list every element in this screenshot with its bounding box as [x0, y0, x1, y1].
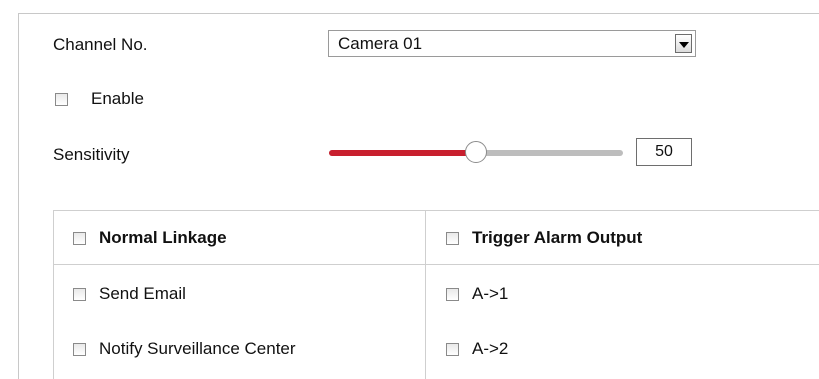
list-item: A->2 [446, 339, 508, 359]
notify-surveillance-center-checkbox[interactable] [73, 342, 86, 356]
normal-linkage-header: Normal Linkage [73, 228, 227, 248]
panel-top-border [18, 13, 819, 14]
enable-checkbox[interactable] [55, 93, 68, 106]
header-divider [54, 264, 819, 265]
alarm-output-header: Trigger Alarm Output [446, 228, 642, 248]
sensitivity-label: Sensitivity [53, 145, 130, 164]
list-item: A->1 [446, 284, 508, 304]
notify-surveillance-center-label: Notify Surveillance Center [99, 339, 296, 358]
normal-linkage-checkbox[interactable] [73, 231, 86, 245]
trigger-alarm-output-checkbox[interactable] [446, 231, 459, 245]
sensitivity-slider[interactable] [329, 141, 623, 164]
list-item: Notify Surveillance Center [73, 339, 296, 359]
panel-left-border [18, 13, 19, 379]
alarm-output-2-checkbox[interactable] [446, 342, 459, 356]
channel-select-value: Camera 01 [338, 34, 423, 53]
channel-select[interactable]: Camera 01 [328, 30, 696, 57]
send-email-label: Send Email [99, 284, 186, 303]
send-email-checkbox[interactable] [73, 287, 86, 301]
slider-fill [329, 150, 476, 156]
linkage-table: Normal Linkage Trigger Alarm Output Send… [53, 210, 819, 379]
sensitivity-value-field[interactable]: 50 [636, 138, 692, 166]
normal-linkage-title: Normal Linkage [99, 228, 227, 247]
column-divider [425, 211, 426, 379]
alarm-output-1-label: A->1 [472, 284, 509, 303]
alarm-output-title: Trigger Alarm Output [472, 228, 643, 247]
chevron-down-icon[interactable] [675, 34, 692, 53]
enable-label: Enable [91, 89, 144, 108]
slider-thumb[interactable] [465, 141, 487, 163]
alarm-output-2-label: A->2 [472, 339, 509, 358]
list-item: Send Email [73, 284, 186, 304]
channel-label: Channel No. [53, 35, 148, 54]
alarm-output-1-checkbox[interactable] [446, 287, 459, 301]
